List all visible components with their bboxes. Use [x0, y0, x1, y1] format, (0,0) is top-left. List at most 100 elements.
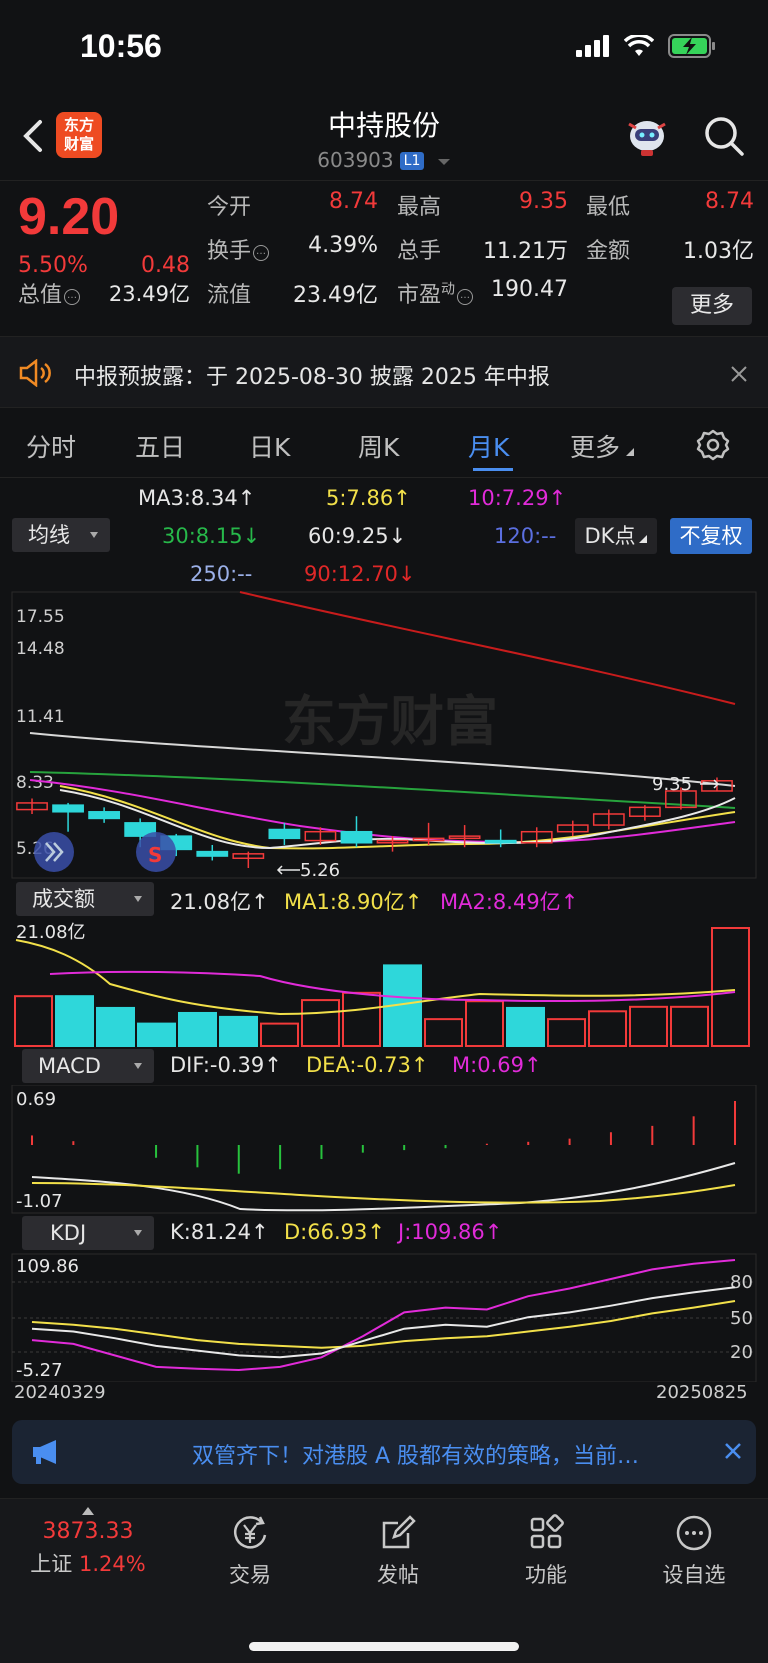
candle-body [88, 811, 121, 820]
search-icon[interactable] [702, 114, 746, 158]
kdj-k-line [31, 1286, 736, 1359]
volume-bar [55, 995, 94, 1047]
volume-bar [96, 1006, 135, 1048]
open-label: 今开 [207, 195, 252, 220]
battery-charging-icon [668, 34, 715, 58]
volume-ma1-text: MA1:8.90亿 [284, 890, 405, 914]
index-ticker[interactable]: 3873.33 上证 1.24% [28, 1507, 148, 1578]
index-value: 3873.33 [42, 1519, 134, 1544]
volume-bar [137, 1022, 176, 1047]
volume-bar [711, 927, 750, 1047]
watermark: 东方财富 [282, 690, 498, 753]
no-adjust-button[interactable]: 不复权 [670, 518, 752, 554]
turnover-label[interactable]: 换手… [207, 233, 270, 265]
cellular-signal-icon [576, 35, 609, 57]
ma30-text: 30:8.15 [162, 524, 243, 548]
level-badge: L1 [399, 152, 425, 170]
ma5-value: 5:7.86↑ [326, 486, 411, 510]
tab-five-day[interactable]: 五日 [135, 428, 185, 464]
tab-more[interactable]: 更多 [570, 428, 635, 464]
announcement-text: 中报预披露：于 2025-08-30 披露 2025 年中报 [74, 365, 550, 390]
kdj-selector[interactable]: KDJ [22, 1216, 154, 1250]
macd-dif-text: DIF:-0.39 [170, 1053, 265, 1077]
amount-label: 金额 [586, 239, 631, 264]
volume-y-top: 21.08亿 [16, 922, 86, 943]
volume-selector-label: 成交额 [32, 887, 95, 911]
volume-value-text: 21.08亿 [170, 890, 252, 914]
low-value: 8.74 [705, 189, 754, 214]
home-indicator[interactable] [249, 1642, 519, 1651]
close-icon[interactable] [730, 365, 748, 383]
kdj-chart[interactable]: 109.86 -5.27 80 50 20 [0, 1252, 768, 1382]
open-value: 8.74 [329, 189, 378, 214]
nav-watchlist-label: 设自选 [662, 1563, 726, 1587]
ma60-text: 60:9.25 [308, 524, 389, 548]
nav-post[interactable]: 发帖 [338, 1513, 458, 1589]
tab-more-label: 更多 [570, 433, 621, 462]
date-end: 20250825 [656, 1382, 748, 1403]
edit-post-icon [382, 1515, 416, 1549]
robot-assistant-icon[interactable] [624, 112, 670, 158]
volume-selector[interactable]: 成交额 [16, 882, 154, 916]
pe-label[interactable]: 市盈动… [397, 277, 474, 309]
volume-bar [588, 1010, 627, 1048]
arrow-left-icon [276, 865, 300, 875]
active-tab-indicator [473, 468, 513, 471]
announcement-bar[interactable]: 中报预披露：于 2025-08-30 披露 2025 年中报 [0, 336, 768, 408]
tab-weekly-k[interactable]: 周K [358, 428, 399, 464]
settings-gear-icon[interactable] [696, 428, 730, 462]
grid-apps-icon [530, 1514, 564, 1549]
quote-panel: 9.20 5.50% 0.48 今开 8.74 最高 9.35 最低 8.74 … [0, 180, 768, 336]
total-mv-value: 23.49亿 [108, 282, 190, 306]
macd-dea-text: DEA:-0.73 [306, 1053, 411, 1077]
pe-label-text: 市盈 [397, 283, 442, 308]
volume-bar [342, 991, 381, 1047]
ma90-value: 90:12.70↓ [304, 562, 416, 586]
tab-intraday[interactable]: 分时 [26, 428, 76, 464]
macd-y-bottom: -1.07 [16, 1191, 63, 1212]
volume-ma1: MA1:8.90亿↑ [284, 890, 423, 914]
ma3-value: MA3:8.34↑ [138, 486, 256, 510]
index-name: 上证 [30, 1552, 73, 1576]
kdj-level-50: 50 [730, 1308, 753, 1329]
price-axis-label: 17.55 [16, 607, 65, 627]
bottom-navigation: 3873.33 上证 1.24% 交易 发帖 功能 设自选 [0, 1498, 768, 1663]
total-mv-label[interactable]: 总值… [18, 277, 81, 309]
ma-selector[interactable]: 均线 [12, 518, 110, 552]
tab-daily-k[interactable]: 日K [249, 428, 290, 464]
candle-body [268, 828, 301, 840]
candle-body [340, 830, 373, 844]
low-label: 最低 [586, 195, 631, 220]
ma10-text: 10:7.29 [468, 486, 549, 510]
close-icon[interactable] [724, 1442, 742, 1460]
dk-point-button[interactable]: DK点 [575, 518, 657, 554]
more-button[interactable]: 更多 [672, 287, 752, 325]
nav-function[interactable]: 功能 [486, 1513, 606, 1589]
index-change: 1.24% [78, 1552, 146, 1576]
info-icon: … [64, 289, 81, 305]
float-mv-label: 流值 [207, 283, 252, 308]
volume-bar [629, 1005, 668, 1047]
pe-value: 190.47 [491, 277, 568, 302]
signal-s-badge: S [148, 843, 162, 867]
caret-down-icon [134, 1063, 142, 1069]
tab-monthly-k[interactable]: 月K [468, 428, 509, 464]
volume-bar [547, 1018, 586, 1047]
promo-banner[interactable]: 双管齐下！对港股 A 股都有效的策略，当前… [12, 1420, 756, 1484]
kdj-level-20: 20 [730, 1342, 753, 1363]
volume-chart[interactable]: 21.08亿 [0, 918, 768, 1048]
pe-sup: 动 [441, 281, 456, 298]
volume-value: 21.08亿↑ [170, 890, 269, 914]
macd-selector[interactable]: MACD [22, 1049, 154, 1083]
ma-selector-label: 均线 [28, 523, 70, 547]
nav-watchlist[interactable]: 设自选 [634, 1513, 754, 1589]
candle-body [196, 850, 229, 857]
volume-value: 11.21万 [483, 239, 568, 264]
macd-chart[interactable]: 0.69 -1.07 [0, 1085, 768, 1215]
volume-indicator-bar: 成交额 21.08亿↑ MA1:8.90亿↑ MA2:8.49亿↑ [0, 882, 768, 918]
kline-chart[interactable]: 东方财富 17.5514.4811.418.335.26 9.35 5.26 S [0, 590, 768, 880]
caret-down-icon [134, 1230, 142, 1236]
info-icon: … [253, 245, 270, 261]
dk-label: DK点 [584, 524, 636, 548]
nav-trade[interactable]: 交易 [190, 1513, 310, 1589]
